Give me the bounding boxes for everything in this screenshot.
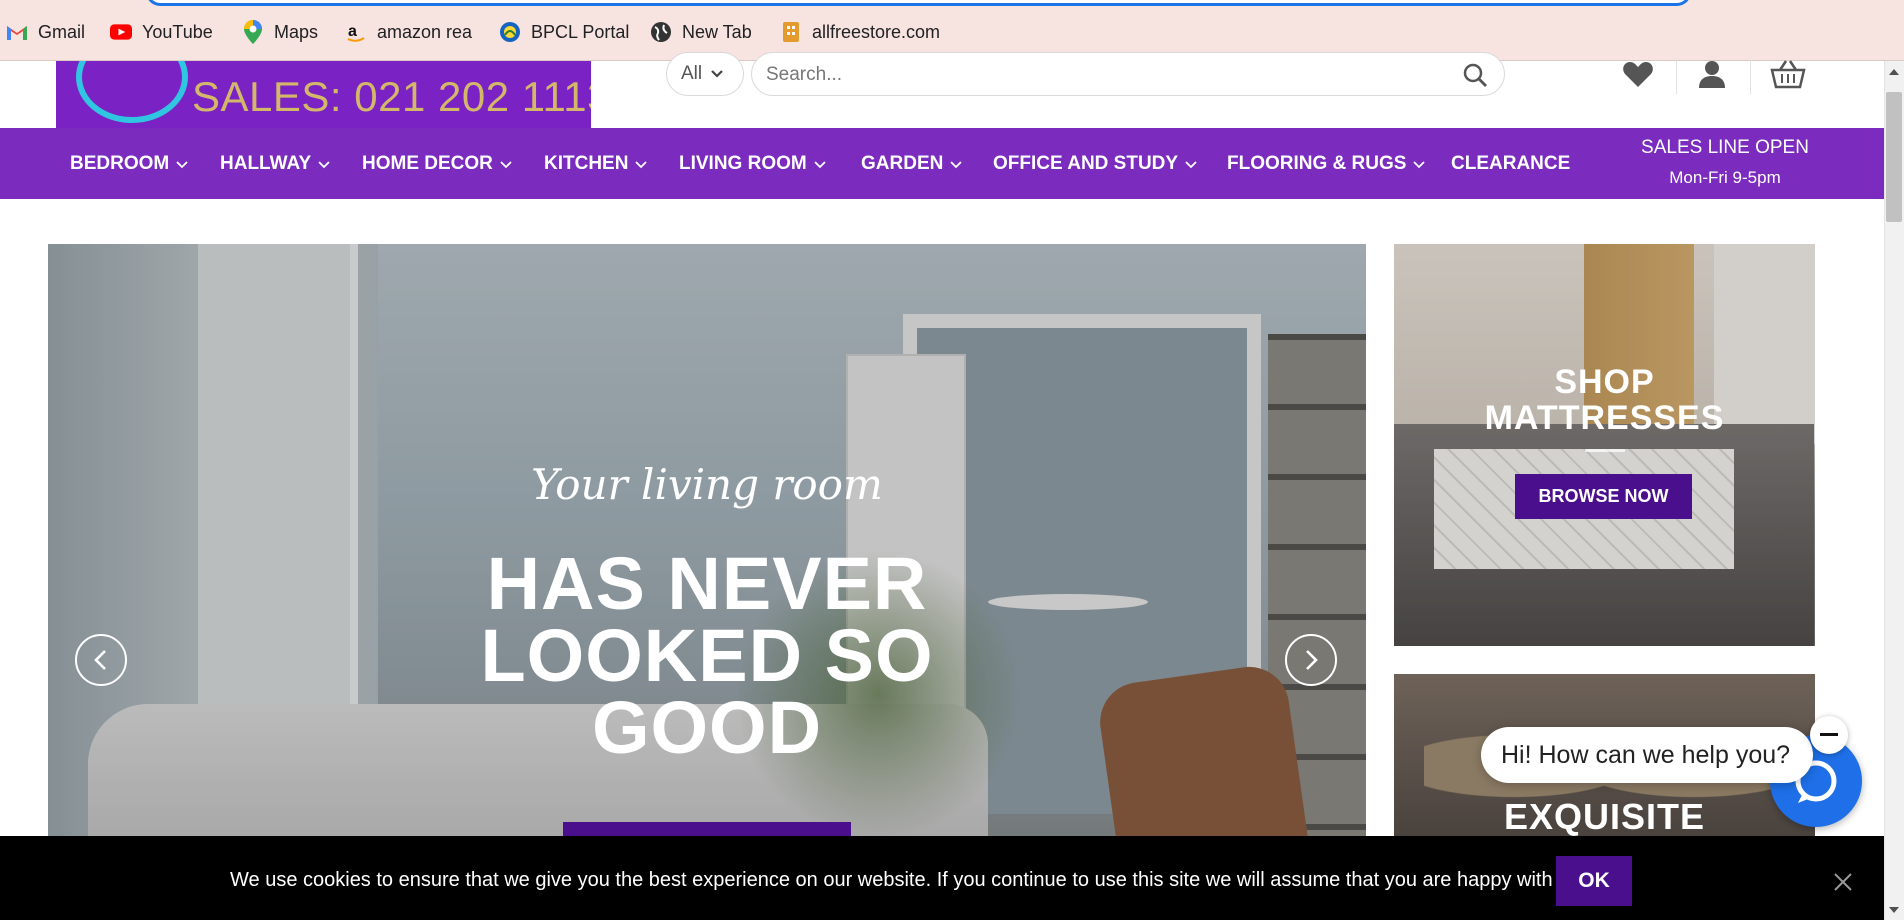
header-divider xyxy=(1750,58,1751,94)
bookmark-label: Maps xyxy=(274,21,319,42)
site-logo[interactable]: SALES: 021 202 1113 xyxy=(56,61,591,128)
logo-phone: SALES: 021 202 1113 xyxy=(192,73,591,120)
promo-exquisite-title: EXQUISITE xyxy=(1503,796,1706,837)
nav-item-office-and-study[interactable]: OFFICE AND STUDY xyxy=(993,152,1198,176)
chevron-left-icon xyxy=(94,650,106,670)
globe-icon xyxy=(650,21,672,43)
category-select-value: All xyxy=(681,63,703,84)
bookmark-maps[interactable]: Maps xyxy=(242,20,318,44)
chevron-right-icon xyxy=(1306,650,1318,670)
chevron-down-icon xyxy=(318,160,330,168)
browse-now-button[interactable]: BROWSE NOW xyxy=(1515,474,1692,519)
cookie-ok-button[interactable]: OK xyxy=(1556,856,1632,906)
hero-title: HAS NEVER LOOKED SO GOOD xyxy=(48,542,1366,769)
bookmark-gmail[interactable]: Gmail xyxy=(6,20,85,44)
cookie-message: We use cookies to ensure that we give yo… xyxy=(230,869,1574,891)
nav-item-garden[interactable]: GARDEN xyxy=(861,152,963,176)
promo-title-line: MATTRESSES xyxy=(1484,399,1725,437)
chevron-down-icon xyxy=(176,160,188,168)
nav-item-label: GARDEN xyxy=(861,153,944,174)
promo-title-line: SHOP xyxy=(1554,363,1655,401)
hero-script-heading: Your living room xyxy=(531,460,883,509)
nav-item-label: FLOORING & RUGS xyxy=(1227,153,1407,174)
nav-item-flooring-rugs[interactable]: FLOORING & RUGS xyxy=(1227,152,1426,176)
chevron-down-icon xyxy=(814,160,826,168)
nav-item-label: CLEARANCE xyxy=(1451,153,1571,174)
bookmark-label: BPCL Portal xyxy=(531,21,630,42)
bookmark-label: Gmail xyxy=(38,21,86,42)
slider-prev-button[interactable] xyxy=(75,634,127,686)
nav-item-hallway[interactable]: HALLWAY xyxy=(220,152,331,176)
scrollbar-thumb[interactable] xyxy=(1886,92,1902,222)
sales-line-hours: Mon-Fri 9-5pm xyxy=(1669,168,1781,187)
hero-title-line: GOOD xyxy=(591,686,823,769)
svg-text:a: a xyxy=(348,23,357,40)
chevron-down-icon xyxy=(635,160,648,168)
nav-item-clearance[interactable]: CLEARANCE xyxy=(1451,152,1570,176)
address-bar-edge[interactable] xyxy=(146,0,1691,6)
heart-icon[interactable] xyxy=(1620,56,1656,92)
bookmark-allfreestore[interactable]: allfreestore.com xyxy=(780,20,940,44)
chat-greeting[interactable]: Hi! How can we help you? xyxy=(1481,727,1813,783)
search-input[interactable] xyxy=(766,63,1446,87)
nav-item-label: BEDROOM xyxy=(70,153,170,174)
bookmark-label: YouTube xyxy=(142,21,213,42)
nav-item-kitchen[interactable]: KITCHEN xyxy=(544,152,648,176)
nav-item-home-decor[interactable]: HOME DECOR xyxy=(362,152,513,176)
amazon-icon: a xyxy=(345,21,367,43)
store-icon xyxy=(780,21,802,43)
hero-title-line: HAS NEVER xyxy=(486,542,928,625)
gmail-icon xyxy=(6,21,28,43)
bookmark-new-tab[interactable]: New Tab xyxy=(650,20,752,44)
chevron-down-icon xyxy=(500,160,512,168)
nav-item-label: HALLWAY xyxy=(220,153,312,174)
bookmark-label: New Tab xyxy=(682,21,752,42)
header-divider xyxy=(1676,58,1677,94)
logo-emblem xyxy=(76,61,188,123)
nav-item-bedroom[interactable]: BEDROOM xyxy=(70,152,189,176)
scroll-up-icon[interactable] xyxy=(1888,66,1900,78)
maps-icon xyxy=(242,20,264,44)
nav-item-label: OFFICE AND STUDY xyxy=(993,153,1179,174)
hero-title-line: LOOKED SO xyxy=(480,614,934,697)
search-icon[interactable] xyxy=(1462,62,1488,93)
basket-icon[interactable] xyxy=(1770,56,1806,92)
promo-divider xyxy=(1585,449,1625,452)
scroll-down-icon[interactable] xyxy=(1888,904,1900,916)
bookmark-label: allfreestore.com xyxy=(812,21,941,42)
chevron-down-icon xyxy=(711,70,723,78)
category-select[interactable]: All xyxy=(666,52,744,96)
chevron-down-icon xyxy=(950,160,962,168)
promo-mattresses[interactable] xyxy=(1394,244,1815,646)
bookmark-bpcl[interactable]: BPCL Portal xyxy=(499,20,629,44)
chevron-down-icon xyxy=(1413,160,1426,168)
nav-item-label: LIVING ROOM xyxy=(679,153,807,174)
minus-icon xyxy=(1820,733,1838,736)
bookmark-amazon[interactable]: a amazon rea xyxy=(345,20,472,44)
user-icon[interactable] xyxy=(1694,56,1730,92)
bookmark-label: amazon rea xyxy=(377,21,473,42)
slider-next-button[interactable] xyxy=(1285,634,1337,686)
chevron-down-icon xyxy=(1185,160,1197,168)
bpcl-icon xyxy=(499,21,521,43)
bookmark-youtube[interactable]: YouTube xyxy=(110,20,213,44)
search-box xyxy=(751,52,1505,96)
nav-item-label: KITCHEN xyxy=(544,153,629,174)
chat-minimize-button[interactable] xyxy=(1810,716,1848,754)
nav-item-living-room[interactable]: LIVING ROOM xyxy=(679,152,827,176)
sales-line-info: SALES LINE OPEN Mon-Fri 9-5pm xyxy=(1640,137,1810,188)
youtube-icon xyxy=(110,21,132,43)
nav-item-label: HOME DECOR xyxy=(362,153,493,174)
promo-mattresses-title: SHOP MATTRESSES xyxy=(1394,364,1815,436)
sales-line-label: SALES LINE OPEN xyxy=(1641,137,1809,158)
close-icon[interactable] xyxy=(1828,867,1858,897)
